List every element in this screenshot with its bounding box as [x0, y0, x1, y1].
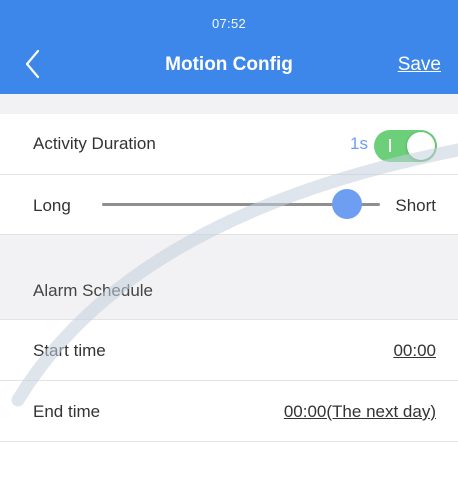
toggle-knob — [407, 132, 435, 160]
section-spacer — [0, 235, 458, 257]
start-time-label: Start time — [33, 341, 106, 360]
navigation-bar: 07:52 Motion Config Save — [0, 0, 458, 94]
start-time-value[interactable]: 00:00 — [393, 341, 436, 361]
alarm-schedule-heading: Alarm Schedule — [33, 281, 154, 300]
activity-duration-label: Activity Duration — [33, 134, 156, 153]
status-bar-time: 07:52 — [211, 16, 247, 31]
activity-duration-value: 1s — [350, 134, 368, 153]
slider-max-label: Short — [395, 196, 436, 215]
alarm-schedule-header: Alarm Schedule — [0, 257, 458, 320]
toggle-on-indicator — [389, 139, 391, 152]
end-time-value[interactable]: 00:00(The next day) — [284, 402, 436, 422]
activity-duration-row: Activity Duration 1s — [0, 114, 458, 175]
end-time-label: End time — [33, 402, 101, 421]
page-title: Motion Config — [165, 54, 293, 75]
section-spacer — [0, 94, 458, 114]
activity-duration-toggle[interactable] — [374, 130, 437, 162]
sensitivity-slider-thumb[interactable] — [331, 189, 362, 219]
save-button[interactable]: Save — [398, 54, 441, 76]
sensitivity-slider-track[interactable] — [102, 189, 380, 219]
slider-min-label: Long — [33, 196, 71, 215]
start-time-row[interactable]: Start time 00:00 — [0, 320, 458, 381]
end-time-row[interactable]: End time 00:00(The next day) — [0, 381, 458, 442]
sensitivity-slider-row: Long Short — [0, 175, 458, 235]
